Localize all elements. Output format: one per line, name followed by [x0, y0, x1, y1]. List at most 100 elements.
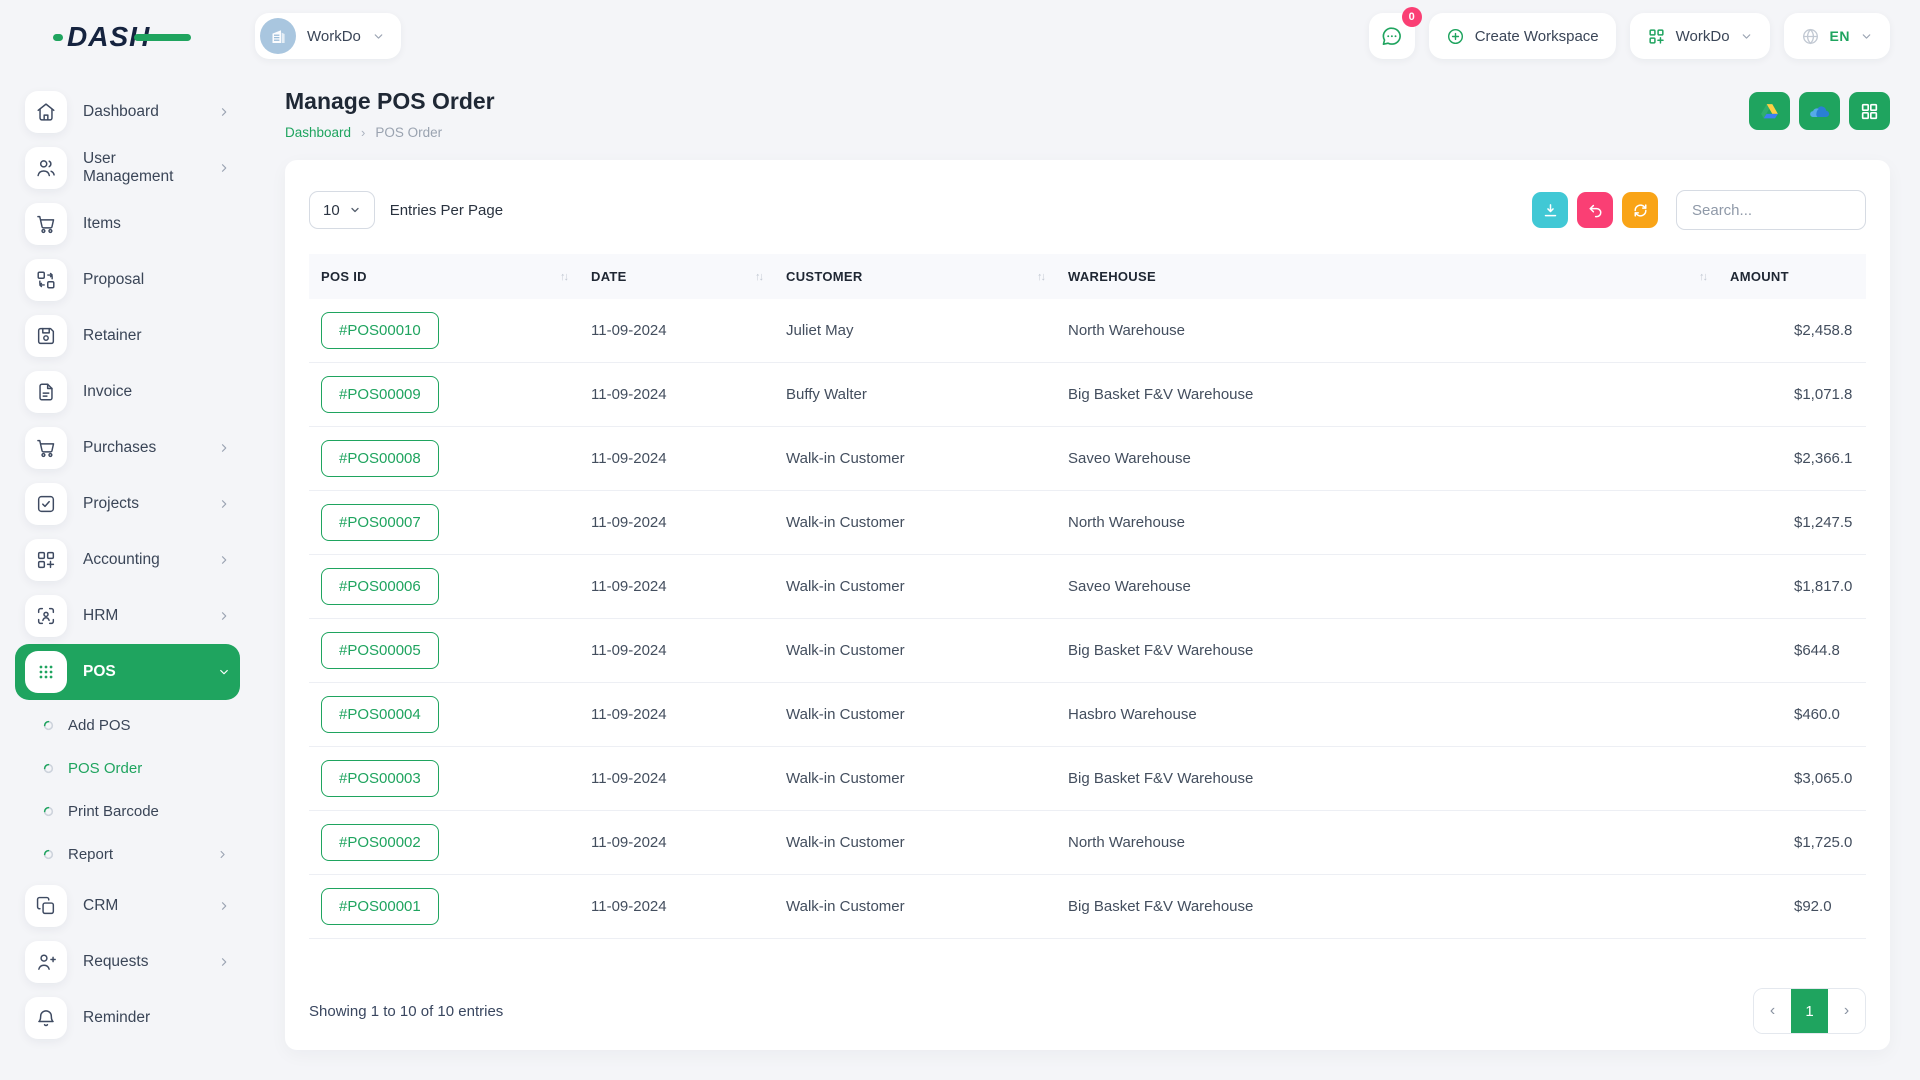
create-workspace-button[interactable]: Create Workspace	[1429, 13, 1616, 59]
sidebar-item-crm[interactable]: CRM	[15, 878, 240, 934]
sort-icon: ↑↓	[560, 271, 567, 283]
sidebar-subitem-add-pos[interactable]: Add POS	[15, 704, 240, 747]
cart-icon	[25, 203, 67, 245]
google-drive-button[interactable]	[1749, 92, 1790, 130]
pos-id-badge[interactable]: #POS00008	[321, 440, 439, 477]
chevron-right-icon	[218, 162, 230, 174]
sidebar-item-projects[interactable]: Projects	[15, 476, 240, 532]
cell-customer: Walk-in Customer	[774, 875, 1056, 939]
column-header-date[interactable]: DATE↑↓	[579, 254, 774, 299]
sidebar-subitem-print-barcode[interactable]: Print Barcode	[15, 790, 240, 833]
app-menu-button[interactable]: WorkDo	[1630, 13, 1770, 59]
sidebar-item-proposal[interactable]: Proposal	[15, 252, 240, 308]
export-button[interactable]	[1532, 192, 1568, 228]
column-header-amount: AMOUNT	[1718, 254, 1866, 299]
sidebar-item-label: Purchases	[83, 439, 202, 457]
workspace-name: WorkDo	[307, 28, 361, 45]
bell-icon	[25, 997, 67, 1039]
scan-person-icon	[25, 595, 67, 637]
table-body: #POS0001011-09-2024Juliet MayNorth Wareh…	[309, 299, 1866, 939]
check-square-icon	[25, 483, 67, 525]
grid-icon	[1859, 101, 1880, 122]
reset-button[interactable]	[1577, 192, 1613, 228]
cell-warehouse: Hasbro Warehouse	[1056, 683, 1718, 747]
main-content: Manage POS Order Dashboard › POS Order	[255, 72, 1920, 1080]
table-header-row: POS ID↑↓DATE↑↓CUSTOMER↑↓WAREHOUSE↑↓AMOUN…	[309, 254, 1866, 299]
chevron-right-icon	[218, 900, 230, 912]
pagination-prev-button[interactable]: ‹	[1754, 989, 1791, 1033]
search-input[interactable]	[1676, 190, 1866, 230]
dots-grid-icon	[25, 651, 67, 693]
sidebar-item-hrm[interactable]: HRM	[15, 588, 240, 644]
cell-customer: Walk-in Customer	[774, 811, 1056, 875]
sidebar-item-purchases[interactable]: Purchases	[15, 420, 240, 476]
cell-pos-id: #POS00009	[309, 363, 579, 427]
sidebar-subitem-pos-order[interactable]: POS Order	[15, 747, 240, 790]
pos-id-badge[interactable]: #POS00010	[321, 312, 439, 349]
refresh-button[interactable]	[1622, 192, 1658, 228]
pos-id-badge[interactable]: #POS00006	[321, 568, 439, 605]
cell-pos-id: #POS00007	[309, 491, 579, 555]
sidebar-item-items[interactable]: Items	[15, 196, 240, 252]
sort-icon: ↑↓	[1699, 271, 1706, 283]
pos-id-badge[interactable]: #POS00003	[321, 760, 439, 797]
sort-icon: ↑↓	[755, 271, 762, 283]
grid-plus-icon	[25, 539, 67, 581]
entries-per-page-select[interactable]: 10	[309, 191, 375, 229]
cell-amount: $2,366.1	[1718, 427, 1866, 491]
bullet-icon	[43, 763, 54, 774]
pagination-next-button[interactable]: ›	[1828, 989, 1865, 1033]
dash-logo[interactable]: DASH	[53, 17, 203, 55]
sidebar-item-label: User Management	[83, 150, 202, 186]
pos-id-badge[interactable]: #POS00004	[321, 696, 439, 733]
column-header-pos-id[interactable]: POS ID↑↓	[309, 254, 579, 299]
sidebar-item-user-management[interactable]: User Management	[15, 140, 240, 196]
chevron-right-icon	[218, 956, 230, 968]
column-header-warehouse[interactable]: WAREHOUSE↑↓	[1056, 254, 1718, 299]
pos-id-badge[interactable]: #POS00005	[321, 632, 439, 669]
swap-boxes-icon	[25, 259, 67, 301]
sidebar-item-pos[interactable]: POS	[15, 644, 240, 700]
table-row: #POS00004 11-09-2024Walk-in CustomerHasbr…	[309, 683, 1866, 747]
workspace-selector[interactable]: WorkDo	[255, 13, 401, 59]
users-icon	[25, 147, 67, 189]
cell-customer: Walk-in Customer	[774, 491, 1056, 555]
table-row: #POS0000911-09-2024Buffy WalterBig Baske…	[309, 363, 1866, 427]
pos-id-badge[interactable]: #POS00009	[321, 376, 439, 413]
messages-button[interactable]: 0	[1369, 13, 1415, 59]
cell-pos-id: #POS00001	[309, 875, 579, 939]
onedrive-button[interactable]	[1799, 92, 1840, 130]
pos-id-badge[interactable]: #POS00002	[321, 824, 439, 861]
undo-icon	[1587, 202, 1604, 219]
cell-amount: $1,725.0	[1718, 811, 1866, 875]
breadcrumb-dashboard-link[interactable]: Dashboard	[285, 125, 351, 140]
pos-id-badge[interactable]: #POS00001	[321, 888, 439, 925]
cell-amount: $644.8	[1718, 619, 1866, 683]
sidebar-item-accounting[interactable]: Accounting	[15, 532, 240, 588]
column-header-customer[interactable]: CUSTOMER↑↓	[774, 254, 1056, 299]
table-container: POS ID↑↓DATE↑↓CUSTOMER↑↓WAREHOUSE↑↓AMOUN…	[309, 254, 1866, 974]
sidebar-item-reminder[interactable]: Reminder	[15, 990, 240, 1046]
grid-view-button[interactable]	[1849, 92, 1890, 130]
cell-amount: $3,065.0	[1718, 747, 1866, 811]
cell-date: 11-09-2024	[579, 683, 774, 747]
sidebar-item-requests[interactable]: Requests	[15, 934, 240, 990]
table-row: #POS0000711-09-2024Walk-in CustomerNorth…	[309, 491, 1866, 555]
language-selector[interactable]: EN	[1784, 13, 1890, 59]
sidebar-item-dashboard[interactable]: Dashboard	[15, 84, 240, 140]
table-row: #POS0000111-09-2024Walk-in CustomerBig B…	[309, 875, 1866, 939]
chat-icon	[1380, 25, 1403, 48]
cell-date: 11-09-2024	[579, 875, 774, 939]
cell-warehouse: North Warehouse	[1056, 299, 1718, 363]
pos-id-badge[interactable]: #POS00007	[321, 504, 439, 541]
sidebar-item-invoice[interactable]: Invoice	[15, 364, 240, 420]
entries-per-page-value: 10	[323, 202, 340, 219]
plus-circle-icon	[1446, 27, 1465, 46]
cell-pos-id: #POS00005	[309, 619, 579, 683]
cell-customer: Walk-in Customer	[774, 683, 1056, 747]
entries-per-page-label: Entries Per Page	[390, 202, 503, 219]
sidebar-item-retainer[interactable]: Retainer	[15, 308, 240, 364]
sidebar-item-label: Accounting	[83, 551, 202, 569]
pagination-page-1-button[interactable]: 1	[1791, 989, 1828, 1033]
sidebar-subitem-report[interactable]: Report	[15, 833, 240, 876]
